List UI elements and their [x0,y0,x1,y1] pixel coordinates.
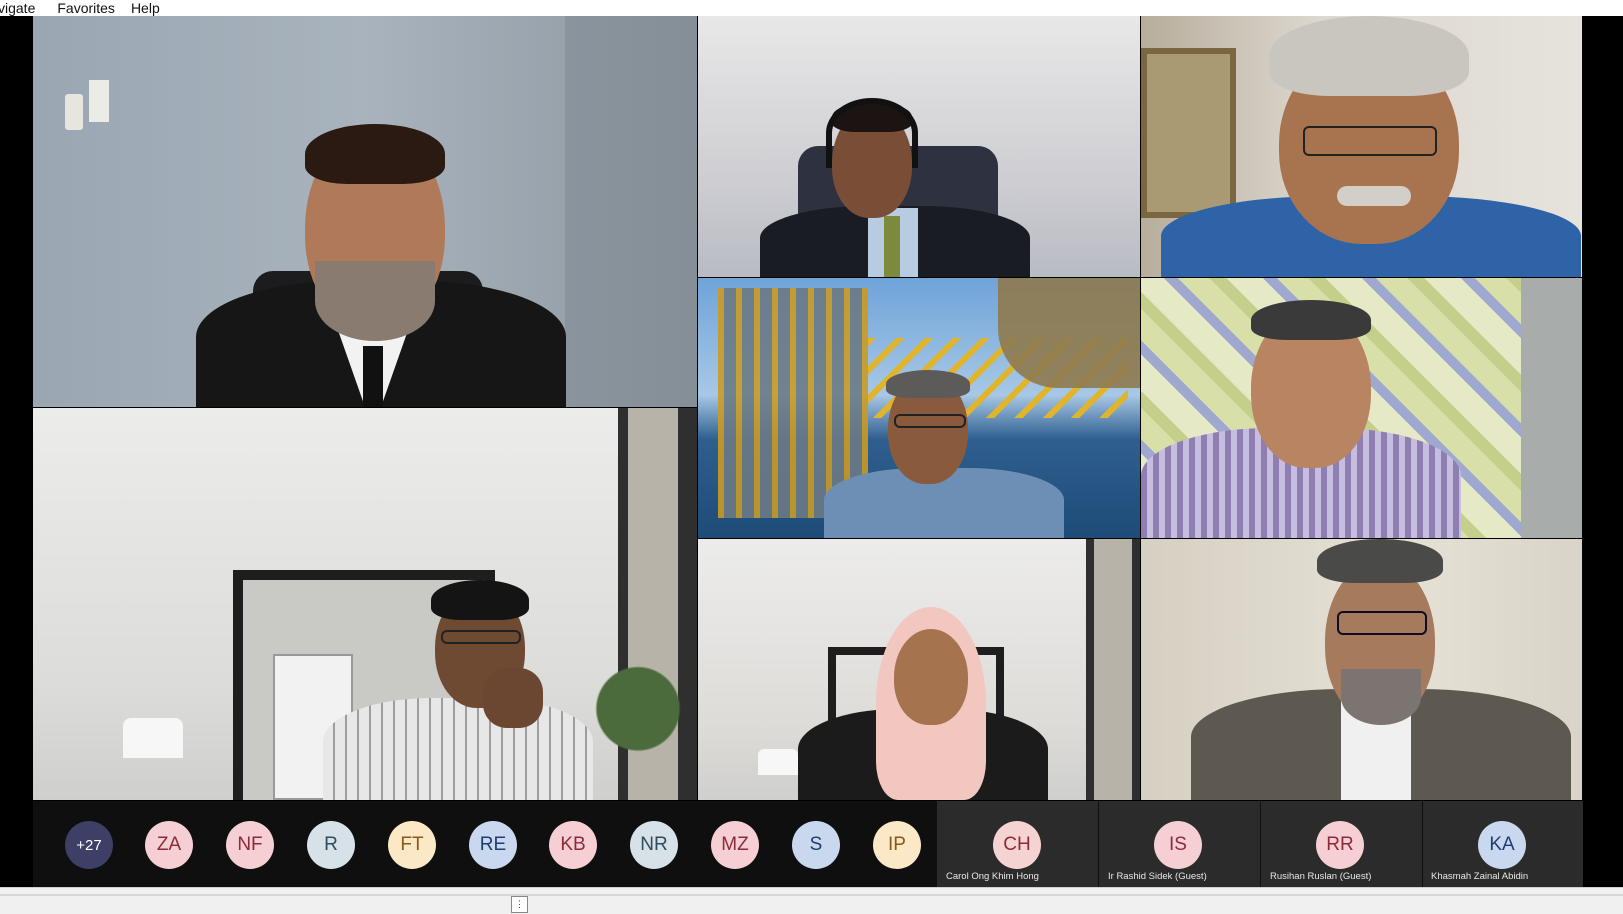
person-body [323,698,593,800]
avatar-re[interactable]: RE [469,821,517,869]
right-margin [1583,16,1623,887]
avatar-is[interactable]: IS [1154,821,1202,869]
avatar-kb[interactable]: KB [549,821,597,869]
hair [886,370,970,398]
scrollbar-thumb[interactable]: ⋮ [511,896,528,913]
avatar-ka[interactable]: KA [1478,821,1526,869]
avatar-ip[interactable]: IP [873,821,921,869]
video-tile-6[interactable] [33,408,697,800]
lamp [758,749,798,775]
scrollbar-track [0,894,1623,896]
hair [1251,300,1371,340]
video-tile-8[interactable] [1141,539,1582,800]
hair [305,124,445,184]
glasses [894,414,966,428]
video-tile-5[interactable] [1141,278,1582,538]
avatar-ch[interactable]: CH [993,821,1041,869]
video-tile-2[interactable] [698,16,1140,277]
avatar-za[interactable]: ZA [145,821,193,869]
glasses [1337,611,1427,635]
glasses [1303,126,1437,156]
hand [483,668,543,728]
overflow-participants-button[interactable]: +27 [65,821,113,869]
participant-name-label: Carol Ong Khim Hong [946,871,1039,882]
hair [431,580,529,620]
menu-item-help[interactable]: Help [131,0,168,16]
beard [315,261,435,341]
menu-item-navigate[interactable]: vigate [0,0,43,16]
menu-bar: vigate Favorites Help [0,0,1623,16]
wall-panel [565,16,697,407]
wall-switch-2 [89,80,109,122]
participant-name-label: Ir Rashid Sidek (Guest) [1108,871,1207,882]
avatar-nr[interactable]: NR [630,821,678,869]
video-tile-1[interactable] [33,16,697,407]
wall-switch [65,94,83,130]
avatar-nf[interactable]: NF [226,821,274,869]
participant-name-label: Rusihan Ruslan (Guest) [1270,871,1372,882]
pipe [998,278,1140,388]
avatar-s[interactable]: S [792,821,840,869]
headphones [826,98,918,168]
person-head [894,629,968,725]
hair [1269,16,1469,96]
horizontal-scrollbar[interactable]: ⋮ [0,887,1623,914]
beard [1341,669,1421,725]
video-tile-3[interactable] [1141,16,1582,277]
menu-item-favorites[interactable]: Favorites [57,0,123,16]
tie [363,346,383,407]
glasses [441,630,521,644]
lamp [123,718,183,758]
participant-name-label: Khasmah Zainal Abidin [1431,871,1529,882]
window-edge [1521,278,1582,538]
avatar-r[interactable]: R [307,821,355,869]
plant [593,648,683,800]
video-tile-7[interactable] [698,539,1140,800]
avatar-ft[interactable]: FT [388,821,436,869]
avatar-mz[interactable]: MZ [711,821,759,869]
hair [1317,539,1443,583]
video-tile-4[interactable] [698,278,1140,538]
picture-frame [1141,48,1236,218]
mustache [1337,186,1411,206]
avatar-rr[interactable]: RR [1316,821,1364,869]
tie [884,216,900,277]
left-margin [0,16,33,887]
window-frame [1086,539,1140,800]
